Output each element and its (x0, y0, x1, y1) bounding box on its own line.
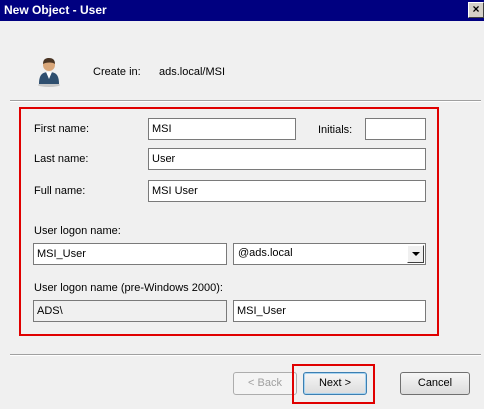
first-name-field[interactable]: MSI (148, 118, 296, 140)
close-button[interactable]: × (468, 2, 484, 18)
initials-label: Initials: (318, 124, 353, 136)
back-button[interactable]: < Back (233, 372, 297, 395)
pre2000-label: User logon name (pre-Windows 2000): (34, 282, 223, 294)
last-name-field[interactable]: User (148, 148, 426, 170)
domain-selected-value: @ads.local (238, 247, 293, 259)
chevron-down-icon[interactable] (407, 245, 424, 263)
user-icon (38, 58, 60, 87)
first-name-label: First name: (34, 123, 90, 135)
logon-name-field[interactable]: MSI_User (33, 243, 227, 265)
create-in-label: Create in: (93, 66, 141, 78)
separator-top (10, 100, 481, 102)
title-bar[interactable]: New Object - User × (0, 0, 484, 21)
pre2000-logon-field[interactable]: MSI_User (233, 300, 426, 322)
cancel-button[interactable]: Cancel (400, 372, 470, 395)
next-button[interactable]: Next > (303, 372, 367, 395)
full-name-label: Full name: (34, 185, 86, 197)
window-title: New Object - User (4, 3, 107, 17)
create-in-value: ads.local/MSI (159, 66, 226, 78)
new-object-user-dialog: New Object - User × Create in: ads.local… (0, 0, 484, 409)
last-name-label: Last name: (34, 153, 89, 165)
full-name-field[interactable]: MSI User (148, 180, 426, 202)
initials-field[interactable] (365, 118, 426, 140)
domain-dropdown[interactable]: @ads.local (233, 243, 426, 265)
logon-name-label: User logon name: (34, 225, 121, 237)
separator-bottom (10, 354, 481, 356)
close-icon: × (472, 2, 480, 16)
pre2000-domain-field: ADS\ (33, 300, 227, 322)
